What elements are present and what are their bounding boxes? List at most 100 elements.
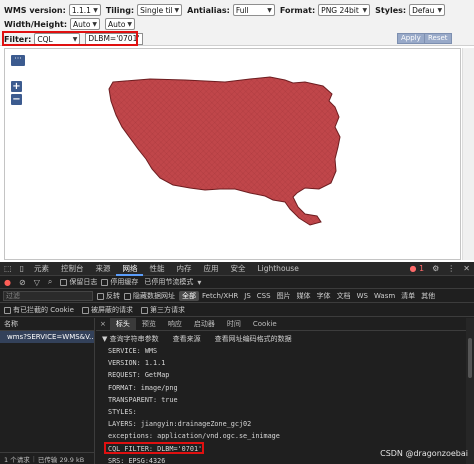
styles-select[interactable]: Default▼: [409, 4, 446, 16]
tiling-select[interactable]: Single tile▼: [137, 4, 183, 16]
param-row: exceptions: application/vnd.ogc.se_inima…: [96, 430, 466, 442]
height-select[interactable]: Auto ▼: [105, 18, 136, 30]
page-scrollbar[interactable]: [462, 48, 474, 260]
chevron-down-icon: ▼: [437, 6, 443, 14]
type-filter-3[interactable]: CSS: [254, 291, 274, 301]
close-detail-button[interactable]: ×: [96, 318, 110, 331]
filter-type-select[interactable]: CQL ▼: [34, 33, 81, 45]
disable-cache-label: 停用缓存: [110, 278, 139, 286]
third-party-checkbox[interactable]: [140, 306, 148, 314]
reset-button[interactable]: Reset: [424, 33, 452, 44]
search-icon[interactable]: ⌕: [48, 277, 52, 287]
type-filter-5[interactable]: 媒体: [294, 291, 314, 301]
chevron-down-icon: ▾: [197, 277, 202, 287]
query-string-params: ▼ 查询字符串参数 查看来源 查看网址编码格式的数据 SERVICE: WMS V…: [96, 332, 466, 464]
blocked-requests-checkbox[interactable]: [81, 306, 89, 314]
devtools-tab-5[interactable]: 内存: [170, 262, 197, 276]
details-scrollbar[interactable]: [466, 318, 474, 464]
query-params-title[interactable]: ▼ 查询字符串参数: [102, 334, 159, 344]
device-toolbar-icon[interactable]: ▯: [20, 264, 24, 273]
detail-tab-2[interactable]: 预览: [136, 318, 162, 331]
antialias-select[interactable]: Full ▼: [232, 4, 275, 16]
type-filter-7[interactable]: 文档: [334, 291, 354, 301]
preserve-log-checkbox[interactable]: [60, 278, 68, 286]
detail-tab-4[interactable]: 启动器: [188, 318, 221, 331]
zoom-out-button[interactable]: −: [11, 94, 22, 105]
chevron-down-icon: ▼: [93, 6, 98, 14]
wms-map-image: [108, 76, 341, 226]
disable-cache-checkbox[interactable]: [101, 278, 109, 286]
devtools-tab-4[interactable]: 性能: [143, 262, 170, 276]
param-list: SERVICE: WMS VERSION: 1.1.1 REQUEST: GetMa…: [96, 345, 466, 464]
type-filter-2[interactable]: JS: [241, 291, 254, 301]
network-filter-row: 过滤 反转 隐藏数据网址 全部 Fetch/XHR JS CSS 图片 媒体 字体 文档 WS W…: [0, 290, 474, 303]
request-detail-tabs: × 标头 预览 响应 启动器 时间 Cookie: [96, 317, 466, 331]
error-icon[interactable]: ● 1: [410, 264, 425, 273]
inspect-icon[interactable]: ⬚: [4, 264, 12, 273]
devtools-tab-7[interactable]: 安全: [224, 262, 251, 276]
chevron-down-icon: ▼: [127, 20, 133, 28]
wms-version-select[interactable]: 1.1.1 ▼: [68, 4, 101, 16]
type-filter-0[interactable]: 全部: [179, 291, 199, 301]
devtools-tab-0[interactable]: 元素: [28, 262, 55, 276]
filter-icon[interactable]: ▽: [34, 278, 40, 287]
scrollbar-thumb[interactable]: [468, 338, 472, 378]
detail-tab-1[interactable]: 标头: [109, 317, 136, 331]
filter-label: Filter:: [4, 34, 32, 44]
name-column-header[interactable]: 名称: [0, 318, 94, 331]
param-separator: :: [132, 407, 137, 416]
more-icon[interactable]: ⋮: [447, 264, 455, 273]
type-filter-6[interactable]: 字体: [314, 291, 334, 301]
type-filter-8[interactable]: WS: [354, 291, 371, 301]
type-filter-11[interactable]: 其他: [418, 291, 438, 301]
chevron-down-icon: ▼: [72, 35, 78, 43]
chevron-down-icon: ▼: [362, 6, 368, 14]
type-filter-4[interactable]: 图片: [274, 291, 294, 301]
request-count: 1 个请求: [4, 455, 30, 464]
layer-switcher-button[interactable]: ···: [11, 55, 25, 66]
detail-tab-5[interactable]: 时间: [221, 318, 247, 331]
devtools-tab-2[interactable]: 来源: [89, 262, 116, 276]
zoom-in-button[interactable]: +: [11, 81, 22, 92]
detail-tab-6[interactable]: Cookie: [247, 318, 283, 331]
cql-filter-input[interactable]: DLBM='0701': [85, 33, 144, 45]
invert-checkbox[interactable]: [97, 292, 104, 300]
param-key: SERVICE: [108, 347, 137, 355]
param-value: WMS: [144, 347, 158, 355]
format-select[interactable]: PNG 24bit ▼: [318, 4, 371, 16]
hide-data-urls-label: 隐藏数据网址: [133, 292, 175, 300]
network-filter-row-2: 有已拦截的 Cookie 被屏蔽的请求 第三方请求: [0, 304, 474, 317]
close-icon[interactable]: ✕: [463, 264, 470, 273]
view-source-link[interactable]: 查看来源: [173, 334, 201, 344]
settings-icon[interactable]: ⚙: [432, 264, 439, 273]
param-key: VERSION: [108, 359, 137, 368]
devtools-tab-3[interactable]: 网络: [116, 262, 144, 276]
format-label: Format:: [279, 5, 316, 15]
param-separator: :: [148, 444, 158, 453]
type-filter-9[interactable]: Wasm: [371, 291, 398, 301]
detail-tab-3[interactable]: 响应: [162, 318, 188, 331]
param-value: EPSG:4326: [128, 456, 166, 464]
param-key: CQL_FILTER: [108, 444, 149, 453]
devtools-panel: ⬚ ▯ 元素 控制台 来源 网络 性能 内存 应用 安全 Lighthouse ● 1 ⚙ ⋮ …: [0, 262, 474, 464]
view-decoded-link[interactable]: 查看网址编码格式的数据: [215, 334, 292, 344]
map-viewport[interactable]: ··· + −: [4, 48, 461, 260]
type-filter-1[interactable]: Fetch/XHR: [199, 291, 241, 301]
blocked-cookies-checkbox[interactable]: [4, 306, 11, 314]
devtools-tab-1[interactable]: 控制台: [55, 262, 90, 276]
type-filter-10[interactable]: 清单: [398, 291, 418, 301]
devtools-tab-6[interactable]: 应用: [197, 262, 224, 276]
apply-button[interactable]: Apply: [397, 33, 425, 44]
param-row: STYLES:: [96, 406, 466, 418]
record-icon[interactable]: ●: [4, 278, 11, 287]
devtools-tab-8[interactable]: Lighthouse: [251, 262, 304, 276]
request-row[interactable]: wms?SERVICE=WMS&V...: [0, 331, 94, 343]
third-party-label: 第三方请求: [149, 306, 185, 314]
transferred-size: 已传输 29.9 kB: [37, 455, 85, 464]
network-filter-input[interactable]: 过滤: [3, 291, 93, 301]
width-select[interactable]: Auto ▼: [70, 18, 101, 30]
throttling-select[interactable]: 已停用节流模式: [144, 277, 193, 287]
param-value: image/png: [140, 383, 178, 392]
hide-data-urls-checkbox[interactable]: [124, 292, 131, 300]
clear-icon[interactable]: ⊘: [19, 278, 26, 287]
